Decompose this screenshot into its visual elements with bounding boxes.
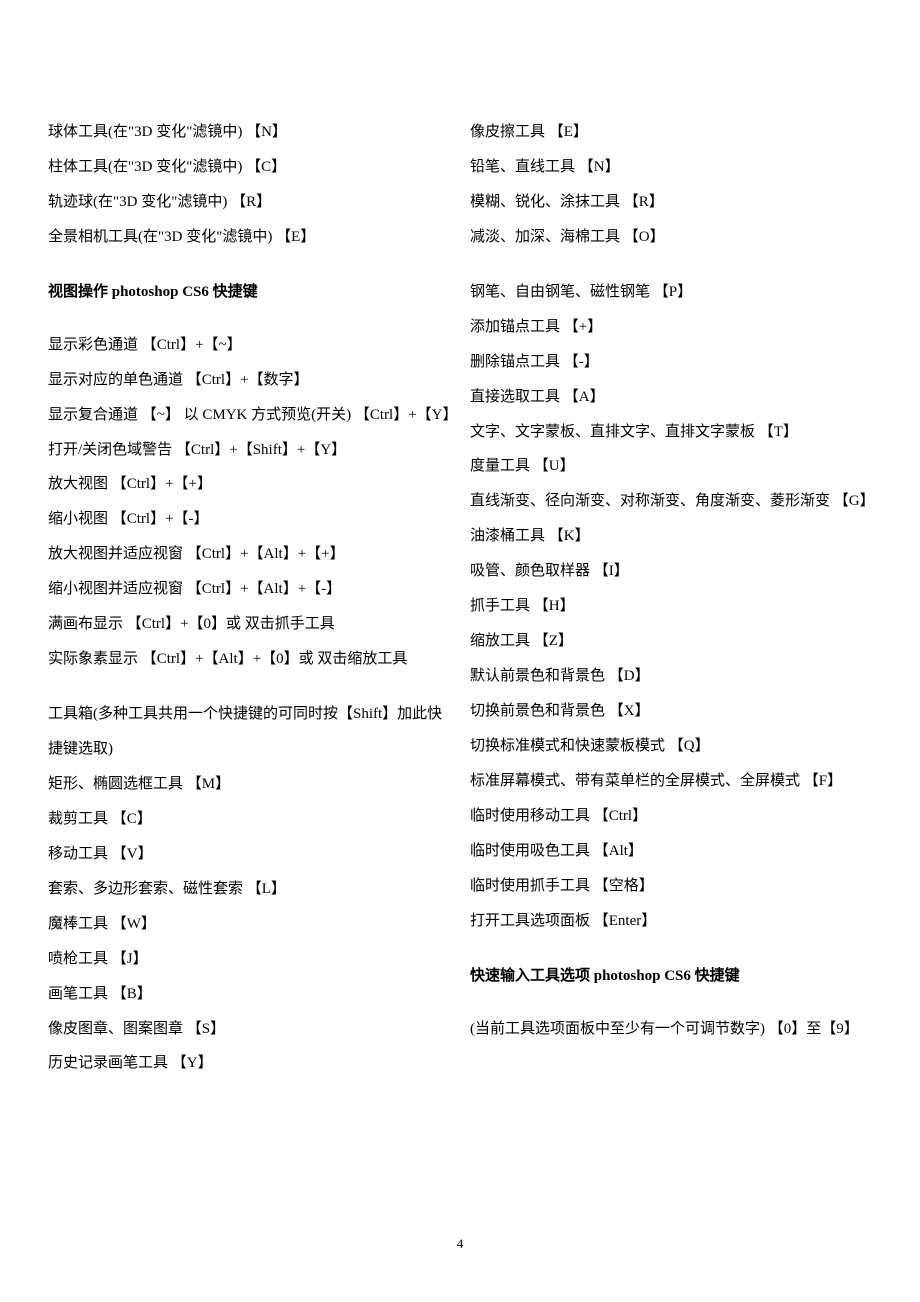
text-line: 放大视图并适应视窗 【Ctrl】+【Alt】+【+】 [48, 537, 450, 572]
text-line: 裁剪工具 【C】 [48, 802, 450, 837]
text-line: 切换标准模式和快速蒙板模式 【Q】 [470, 729, 872, 764]
text-line: 套索、多边形套索、磁性套索 【L】 [48, 872, 450, 907]
text-line: 放大视图 【Ctrl】+【+】 [48, 467, 450, 502]
text-line: 轨迹球(在"3D 变化"滤镜中) 【R】 [48, 185, 450, 220]
text-line: 标准屏幕模式、带有菜单栏的全屏模式、全屏模式 【F】 [470, 764, 872, 799]
text-line: 删除锚点工具 【-】 [470, 345, 872, 380]
text-line: (当前工具选项面板中至少有一个可调节数字) 【0】至【9】 [470, 1012, 872, 1047]
section-heading: 视图操作 photoshop CS6 快捷键 [48, 275, 450, 310]
spacer [470, 255, 872, 275]
text-line: 减淡、加深、海棉工具 【O】 [470, 220, 872, 255]
text-line: 历史记录画笔工具 【Y】 [48, 1046, 450, 1081]
page-number: 4 [0, 1236, 920, 1252]
text-line: 缩小视图 【Ctrl】+【-】 [48, 502, 450, 537]
text-line: 抓手工具 【H】 [470, 589, 872, 624]
text-line: 魔棒工具 【W】 [48, 907, 450, 942]
text-line: 打开/关闭色域警告 【Ctrl】+【Shift】+【Y】 [48, 433, 450, 468]
text-line: 球体工具(在"3D 变化"滤镜中) 【N】 [48, 115, 450, 150]
text-line: 画笔工具 【B】 [48, 977, 450, 1012]
text-line: 缩放工具 【Z】 [470, 624, 872, 659]
document-content: 球体工具(在"3D 变化"滤镜中) 【N】 柱体工具(在"3D 变化"滤镜中) … [0, 0, 920, 1121]
text-line: 默认前景色和背景色 【D】 [470, 659, 872, 694]
text-line: 全景相机工具(在"3D 变化"滤镜中) 【E】 [48, 220, 450, 255]
text-line: 满画布显示 【Ctrl】+【0】或 双击抓手工具 [48, 607, 450, 642]
text-line: 临时使用移动工具 【Ctrl】 [470, 799, 872, 834]
text-line: 矩形、椭圆选框工具 【M】 [48, 767, 450, 802]
text-line: 吸管、颜色取样器 【I】 [470, 554, 872, 589]
text-line: 打开工具选项面板 【Enter】 [470, 904, 872, 939]
text-line: 直线渐变、径向渐变、对称渐变、角度渐变、菱形渐变 【G】 [470, 484, 872, 519]
text-line: 缩小视图并适应视窗 【Ctrl】+【Alt】+【-】 [48, 572, 450, 607]
text-line: 柱体工具(在"3D 变化"滤镜中) 【C】 [48, 150, 450, 185]
text-line: 模糊、锐化、涂抹工具 【R】 [470, 185, 872, 220]
text-line: 直接选取工具 【A】 [470, 380, 872, 415]
text-line: 显示复合通道 【~】 以 CMYK 方式预览(开关) 【Ctrl】+【Y】 [48, 398, 450, 433]
text-line: 油漆桶工具 【K】 [470, 519, 872, 554]
text-line: 度量工具 【U】 [470, 449, 872, 484]
section-heading: 快速输入工具选项 photoshop CS6 快捷键 [470, 959, 872, 994]
text-line: 像皮擦工具 【E】 [470, 115, 872, 150]
text-line: 像皮图章、图案图章 【S】 [48, 1012, 450, 1047]
text-line: 显示对应的单色通道 【Ctrl】+【数字】 [48, 363, 450, 398]
text-line: 切换前景色和背景色 【X】 [470, 694, 872, 729]
text-line: 钢笔、自由钢笔、磁性钢笔 【P】 [470, 275, 872, 310]
text-line: 文字、文字蒙板、直排文字、直排文字蒙板 【T】 [470, 415, 872, 450]
text-line: 铅笔、直线工具 【N】 [470, 150, 872, 185]
spacer [48, 677, 450, 697]
left-column: 球体工具(在"3D 变化"滤镜中) 【N】 柱体工具(在"3D 变化"滤镜中) … [48, 115, 450, 1081]
text-line: 临时使用吸色工具 【Alt】 [470, 834, 872, 869]
text-line: 显示彩色通道 【Ctrl】+【~】 [48, 328, 450, 363]
text-line: 移动工具 【V】 [48, 837, 450, 872]
text-line: 实际象素显示 【Ctrl】+【Alt】+【0】或 双击缩放工具 [48, 642, 450, 677]
right-column: 像皮擦工具 【E】 铅笔、直线工具 【N】 模糊、锐化、涂抹工具 【R】 减淡、… [470, 115, 872, 1081]
text-line: 添加锚点工具 【+】 [470, 310, 872, 345]
text-line: 喷枪工具 【J】 [48, 942, 450, 977]
text-line: 工具箱(多种工具共用一个快捷键的可同时按【Shift】加此快捷键选取) [48, 697, 450, 767]
text-line: 临时使用抓手工具 【空格】 [470, 869, 872, 904]
